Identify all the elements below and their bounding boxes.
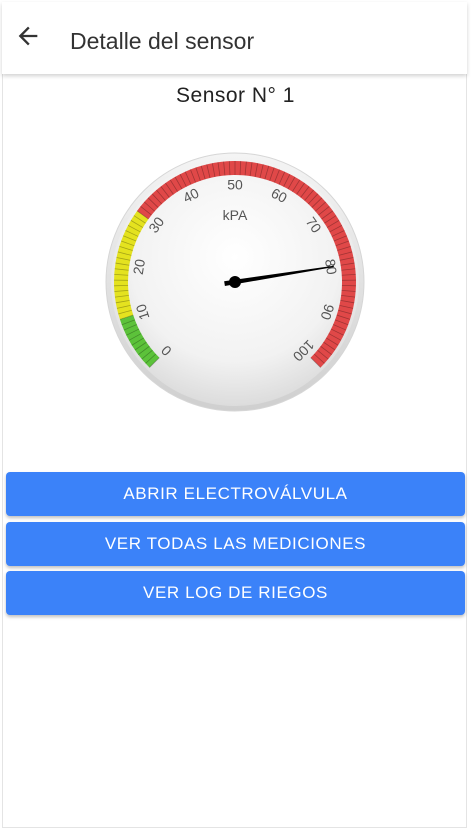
gauge-tick-label: 50 bbox=[227, 177, 243, 193]
view-all-measurements-button[interactable]: VER TODAS LAS MEDICIONES bbox=[6, 522, 465, 566]
pressure-gauge: 0 10 20 30 40 50 60 70 80 90 100 kPA bbox=[100, 150, 370, 420]
gauge-unit: kPA bbox=[223, 207, 248, 223]
app-bar: Detalle del sensor bbox=[2, 2, 467, 74]
back-button[interactable] bbox=[8, 18, 48, 58]
view-irrigation-log-button[interactable]: VER LOG DE RIEGOS bbox=[6, 571, 465, 615]
sensor-title: Sensor N° 1 bbox=[176, 84, 295, 107]
page-title: Detalle del sensor bbox=[70, 28, 255, 54]
gauge-tick-label: 20 bbox=[130, 258, 148, 276]
arrow-left-icon bbox=[14, 22, 42, 55]
gauge-svg: 010203040 50 60708090100 kPA bbox=[105, 152, 365, 412]
open-valve-button[interactable]: ABRIR ELECTROVÁLVULA bbox=[6, 472, 465, 516]
gauge-hub bbox=[229, 276, 241, 288]
